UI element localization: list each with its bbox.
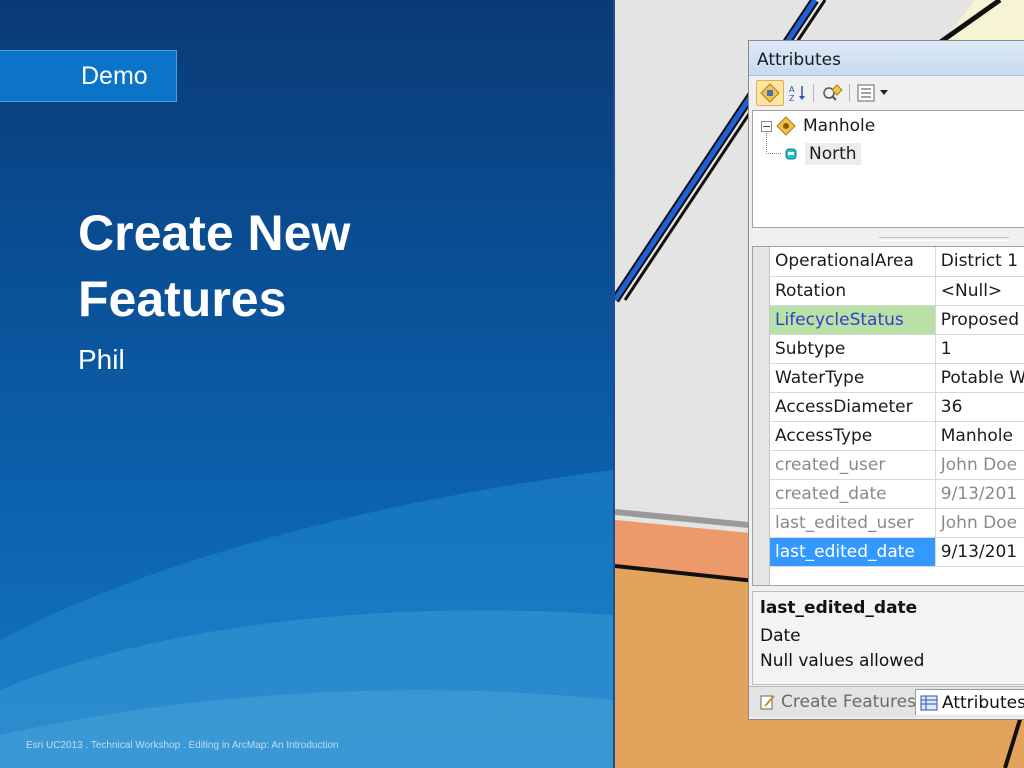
feature-record-icon	[785, 148, 797, 160]
show-features-icon	[760, 83, 780, 103]
slide-footer: Esri UC2013 . Technical Workshop . Editi…	[26, 740, 339, 751]
tab-attributes[interactable]: Attributes	[915, 689, 1024, 715]
attribute-row[interactable]: OperationalArea District 1	[770, 247, 1024, 277]
presenter-name: Phil	[78, 344, 125, 375]
attribute-field-value[interactable]: 36	[935, 392, 1024, 422]
slide-title: Create New Features	[78, 205, 351, 327]
attribute-field-value[interactable]: Potable W	[935, 363, 1024, 393]
field-description-panel: last_edited_date Date Null values allowe…	[752, 591, 1024, 685]
attribute-field-name[interactable]: AccessType	[770, 421, 936, 451]
attribute-field-name[interactable]: AccessDiameter	[770, 392, 936, 422]
tab-create-features[interactable]: Create Features	[755, 689, 920, 715]
pane-splitter[interactable]	[879, 237, 1009, 241]
sort-az-button[interactable]: A Z	[787, 80, 809, 106]
options-dropdown-button[interactable]	[878, 80, 890, 106]
attributes-table-icon	[920, 695, 938, 710]
attribute-row[interactable]: Subtype 1	[770, 334, 1024, 364]
attribute-field-value[interactable]: John Doe	[935, 508, 1024, 538]
section-tab-label: Demo	[81, 62, 148, 90]
identify-related-button[interactable]	[819, 80, 845, 106]
attribute-row[interactable]: created_user John Doe	[770, 450, 1024, 480]
collapse-icon[interactable]: −	[761, 120, 772, 132]
attribute-field-name[interactable]: Rotation	[770, 276, 936, 306]
attribute-field-name[interactable]: created_date	[770, 479, 936, 509]
attribute-table: OperationalArea District 1 Rotation <Null> L…	[770, 247, 1024, 567]
attribute-row[interactable]: AccessDiameter 36	[770, 392, 1024, 422]
attribute-field-name[interactable]: last_edited_date	[770, 537, 936, 567]
attributes-toolbar: A Z	[749, 76, 1024, 110]
attribute-field-value[interactable]: <Null>	[935, 276, 1024, 306]
attribute-row[interactable]: Rotation <Null>	[770, 276, 1024, 306]
tab-attributes-label: Attributes	[942, 692, 1024, 713]
attribute-field-value[interactable]: District 1	[935, 247, 1024, 277]
tree-feature-node[interactable]: North	[783, 143, 861, 165]
window-tab-strip: Create Features Attributes	[749, 686, 1024, 717]
attribute-field-value[interactable]: Manhole	[935, 421, 1024, 451]
feature-tree: − Manhole North	[752, 110, 1024, 228]
attribute-field-name[interactable]: LifecycleStatus	[770, 305, 936, 335]
attributes-titlebar[interactable]: Attributes	[749, 41, 1024, 76]
attributes-window[interactable]: Attributes A Z − Manhole North Operation…	[748, 40, 1024, 720]
svg-text:Z: Z	[789, 94, 795, 103]
sort-az-icon: A Z	[789, 85, 805, 103]
options-icon	[857, 84, 875, 102]
attribute-grid: OperationalArea District 1 Rotation <Null> L…	[752, 246, 1024, 586]
row-gutter	[753, 247, 770, 585]
attribute-row[interactable]: AccessType Manhole	[770, 421, 1024, 451]
tab-create-features-label: Create Features	[781, 692, 916, 712]
tree-feature-label: North	[805, 143, 861, 165]
identify-related-icon	[823, 84, 843, 101]
slide-panel: Demo Create New Features Phil Esri UC201…	[0, 0, 613, 768]
tree-layer-label: Manhole	[803, 116, 876, 136]
dropdown-arrow-icon	[880, 90, 888, 95]
attributes-title: Attributes	[757, 50, 841, 70]
attribute-row[interactable]: last_edited_user John Doe	[770, 508, 1024, 538]
attribute-row[interactable]: WaterType Potable W	[770, 363, 1024, 393]
description-field-name: last_edited_date	[760, 598, 918, 618]
attribute-field-value[interactable]: John Doe	[935, 450, 1024, 480]
create-features-icon	[760, 695, 775, 710]
attribute-row[interactable]: LifecycleStatus Proposed	[770, 305, 1024, 335]
options-button[interactable]	[855, 80, 877, 106]
attribute-field-value[interactable]: 1	[935, 334, 1024, 364]
description-nullability: Null values allowed	[760, 651, 925, 671]
description-field-type: Date	[760, 626, 801, 646]
slide-background-waves	[0, 470, 613, 768]
attribute-field-value[interactable]: Proposed	[935, 305, 1024, 335]
attribute-field-name[interactable]: Subtype	[770, 334, 936, 364]
attribute-field-name[interactable]: WaterType	[770, 363, 936, 393]
attribute-field-value[interactable]: 9/13/201	[935, 537, 1024, 567]
attribute-field-value[interactable]: 9/13/201	[935, 479, 1024, 509]
attribute-field-name[interactable]: created_user	[770, 450, 936, 480]
attribute-field-name[interactable]: OperationalArea	[770, 247, 936, 277]
attribute-field-name[interactable]: last_edited_user	[770, 508, 936, 538]
attribute-row[interactable]: last_edited_date 9/13/201	[770, 537, 1024, 567]
attribute-row[interactable]: created_date 9/13/201	[770, 479, 1024, 509]
show-features-button[interactable]	[756, 80, 784, 106]
svg-text:A: A	[789, 85, 795, 94]
section-tab: Demo	[0, 50, 177, 102]
